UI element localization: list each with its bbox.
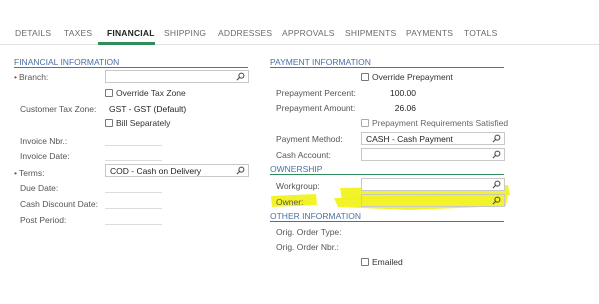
cash-account-field[interactable] xyxy=(361,148,505,161)
post-period-field xyxy=(105,224,162,225)
payment-method-value: CASH - Cash Payment xyxy=(366,134,453,144)
terms-value: COD - Cash on Delivery xyxy=(110,166,202,176)
invoice-nbr-label: Invoice Nbr.: xyxy=(20,136,68,146)
tab-financial[interactable]: FINANCIAL xyxy=(107,28,155,38)
search-icon[interactable] xyxy=(236,166,245,175)
orig-order-nbr-label: Orig. Order Nbr.: xyxy=(276,242,339,252)
search-icon[interactable] xyxy=(492,134,501,143)
prepayment-requirements-label: Prepayment Requirements Satisfied xyxy=(372,118,509,128)
tab-bar: DETAILS TAXES FINANCIAL SHIPPING ADDRESS… xyxy=(0,0,599,45)
financial-info-divider xyxy=(14,67,248,68)
invoice-date-field xyxy=(105,160,162,161)
bill-separately-checkbox[interactable] xyxy=(105,119,113,127)
required-marker: • xyxy=(14,168,17,178)
terms-label: • Terms: xyxy=(14,168,44,178)
search-icon[interactable] xyxy=(492,196,501,205)
ownership-title: OWNERSHIP xyxy=(270,164,323,174)
prepayment-percent-value: 100.00 xyxy=(390,88,416,98)
emailed-checkbox[interactable] xyxy=(361,258,369,266)
terms-field[interactable]: COD - Cash on Delivery xyxy=(105,164,249,177)
cash-discount-date-label: Cash Discount Date: xyxy=(20,199,98,209)
payment-info-divider xyxy=(270,67,504,68)
active-tab-indicator xyxy=(98,42,155,45)
tab-shipments[interactable]: SHIPMENTS xyxy=(345,28,396,38)
override-tax-zone-label: Override Tax Zone xyxy=(116,88,186,98)
bill-separately-label: Bill Separately xyxy=(116,118,171,128)
other-info-divider xyxy=(270,221,504,222)
tab-shipping[interactable]: SHIPPING xyxy=(164,28,206,38)
workgroup-label: Workgroup: xyxy=(276,181,320,191)
other-info-title: OTHER INFORMATION xyxy=(270,211,361,221)
workgroup-field[interactable] xyxy=(361,178,505,191)
branch-label: • Branch: xyxy=(14,72,48,82)
tab-payments[interactable]: PAYMENTS xyxy=(406,28,453,38)
cash-account-label: Cash Account: xyxy=(276,150,331,160)
search-icon[interactable] xyxy=(492,180,501,189)
terms-label-text: Terms: xyxy=(18,168,45,178)
invoice-date-label: Invoice Date: xyxy=(20,151,70,161)
due-date-field xyxy=(105,192,162,193)
post-period-label: Post Period: xyxy=(20,215,67,225)
search-icon[interactable] xyxy=(492,150,501,159)
search-icon[interactable] xyxy=(236,72,245,81)
due-date-label: Due Date: xyxy=(20,183,59,193)
branch-field[interactable] xyxy=(105,70,249,83)
prepayment-amount-value: 26.06 xyxy=(394,103,416,113)
branch-label-text: Branch: xyxy=(18,72,49,82)
prepayment-amount-label: Prepayment Amount: xyxy=(276,103,356,113)
emailed-label: Emailed xyxy=(372,257,403,267)
orig-order-type-label: Orig. Order Type: xyxy=(276,227,342,237)
override-tax-zone-checkbox[interactable] xyxy=(105,89,113,97)
invoice-nbr-field xyxy=(105,145,162,146)
customer-tax-zone-label: Customer Tax Zone: xyxy=(20,104,97,114)
cash-discount-date-field xyxy=(105,208,162,209)
payment-info-title: PAYMENT INFORMATION xyxy=(270,57,371,67)
payment-method-label: Payment Method: xyxy=(276,134,343,144)
prepayment-requirements-checkbox xyxy=(361,119,369,127)
owner-label: Owner: xyxy=(276,197,304,207)
tab-approvals[interactable]: APPROVALS xyxy=(282,28,335,38)
financial-info-title: FINANCIAL INFORMATION xyxy=(14,57,120,67)
customer-tax-zone-value: GST - GST (Default) xyxy=(109,104,187,114)
payment-method-field[interactable]: CASH - Cash Payment xyxy=(361,132,505,145)
tab-totals[interactable]: TOTALS xyxy=(464,28,497,38)
prepayment-percent-label: Prepayment Percent: xyxy=(276,88,356,98)
override-prepayment-label: Override Prepayment xyxy=(372,72,453,82)
tab-addresses[interactable]: ADDRESSES xyxy=(218,28,272,38)
ownership-divider xyxy=(270,174,504,175)
tab-details[interactable]: DETAILS xyxy=(15,28,51,38)
owner-field[interactable] xyxy=(361,194,505,207)
required-marker: • xyxy=(14,72,17,82)
tab-taxes[interactable]: TAXES xyxy=(64,28,92,38)
override-prepayment-checkbox[interactable] xyxy=(361,73,369,81)
